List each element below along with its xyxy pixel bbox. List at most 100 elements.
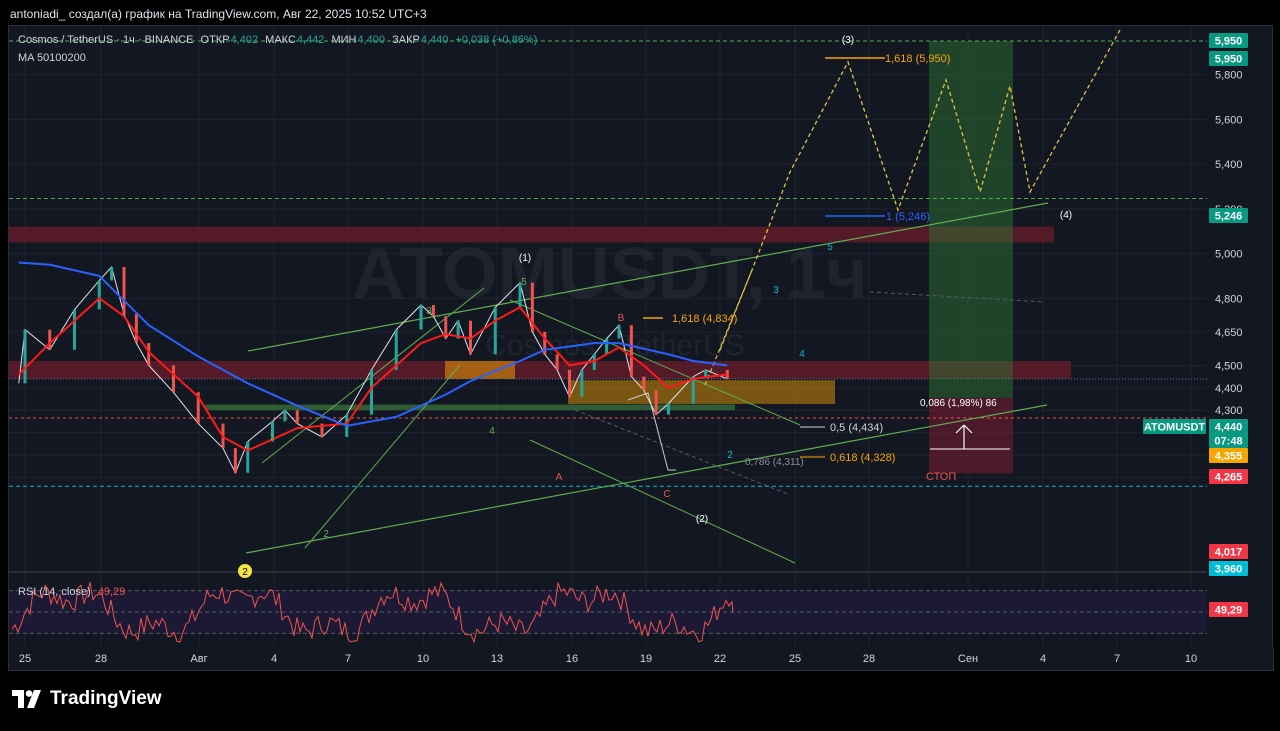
wave-label: 4 [489, 426, 495, 437]
wave-label: 5 [827, 242, 833, 253]
wave-label: (3) [842, 35, 854, 46]
candle [493, 307, 497, 355]
y-tick-label: 5,000 [1215, 249, 1243, 261]
price-chart[interactable]: ATOMUSDT, 1ч Cosmos / TetherUS 1,618 (5,… [0, 0, 1280, 731]
candle [605, 338, 609, 355]
x-tick-label: 4 [271, 653, 277, 665]
legend-close: 4,440 [420, 34, 449, 46]
legend-rsi[interactable]: RSI (14, close) 49,29 [18, 586, 129, 598]
stop-label: СТОП [926, 471, 956, 483]
x-tick-label: 7 [1114, 653, 1120, 665]
y-tick-label: 5,600 [1215, 114, 1243, 126]
wave-label: 3 [773, 285, 779, 296]
x-tick-label: Сен [958, 653, 978, 665]
candle [654, 390, 658, 415]
y-tick-label: 5,800 [1215, 70, 1243, 82]
candle [246, 441, 250, 473]
legend-low: 4,400 [357, 34, 386, 46]
price-tag-text: 4,440 [1215, 422, 1243, 434]
x-tick-label: 10 [417, 653, 429, 665]
x-tick-label: Авг [190, 653, 207, 665]
candle [233, 448, 237, 473]
price-tag-text: 07:48 [1214, 436, 1242, 448]
fib-label-0618: 0,618 (4,328) [830, 452, 895, 464]
candle [370, 369, 373, 415]
legend-ma-label: MA 50100200 [18, 52, 86, 64]
candle [122, 266, 126, 314]
wave-label: 3 [426, 306, 432, 317]
y-tick-label: 4,300 [1215, 405, 1243, 417]
x-tick-label: 16 [566, 653, 578, 665]
price-tag-text: ATOMUSDT [1144, 422, 1206, 434]
wave-label: (2) [696, 514, 708, 525]
candle [617, 325, 621, 339]
x-tick-label: 28 [95, 653, 107, 665]
candle [295, 410, 299, 424]
price-tag-text: 4,355 [1215, 451, 1243, 463]
x-tick-label: 4 [1040, 653, 1046, 665]
candle [704, 369, 708, 377]
legend-ma[interactable]: MA 50100200 [18, 52, 90, 64]
x-tick-label: 7 [345, 653, 351, 665]
legend-high: 4,442 [296, 34, 325, 46]
watermark-symbol: ATOMUSDT, 1ч [352, 234, 867, 314]
wave-channel-lower [304, 364, 461, 549]
candle [97, 280, 101, 310]
fib-label-3: 1,618 (5,950) [885, 53, 950, 65]
candle [48, 329, 52, 350]
candle [431, 305, 435, 317]
candle [110, 266, 114, 281]
x-tick-label: 19 [640, 653, 652, 665]
stop-zone [929, 397, 1013, 474]
tradingview-brand[interactable]: TradingView [12, 688, 162, 710]
wave-label: 5 [521, 277, 527, 288]
fib-label-4: 1 (5,246) [886, 211, 930, 223]
candle [580, 369, 584, 397]
legend-rsi-label: RSI (14, close) [18, 586, 91, 598]
price-tag-text: 4,265 [1215, 472, 1243, 484]
target-zone [929, 41, 1013, 398]
wave-label: 1 [269, 432, 275, 443]
y-tick-label: 4,400 [1215, 383, 1243, 395]
dashed-gray-line-2 [574, 409, 791, 496]
wave-label: 2 [727, 450, 733, 461]
y-tick-label: 4,500 [1215, 360, 1243, 372]
price-tag-text: 49,29 [1215, 605, 1243, 617]
wave-label: 2 [323, 529, 329, 540]
tradingview-logo-icon [12, 690, 41, 708]
legend-main: Cosmos / TetherUS · 1ч · BINANCE ОТКР4,4… [18, 34, 541, 46]
x-tick-label: 22 [714, 653, 726, 665]
fib-label-0786: 0,786 (4,311) [745, 457, 804, 468]
candle [555, 354, 559, 370]
x-tick-label: 25 [789, 653, 801, 665]
legend-change: +0,038 (+0,86%) [455, 34, 538, 46]
price-tag-text: 3,960 [1215, 564, 1243, 576]
x-tick-label: 25 [19, 653, 31, 665]
wave-label: (1) [519, 253, 531, 264]
resistance-zone-upper [9, 226, 1054, 243]
legend-symbol[interactable]: Cosmos / TetherUS · 1ч · BINANCE [18, 34, 193, 46]
legend-close-label: ЗАКР [392, 34, 420, 46]
candle [419, 305, 423, 330]
orange-zone-fib [568, 380, 835, 404]
price-tag-text: 5,950 [1215, 36, 1243, 48]
brand-name: TradingView [50, 688, 162, 709]
price-tag-text: 5,246 [1215, 211, 1243, 223]
wave-label: C [663, 489, 670, 500]
legend-low-label: МИН [331, 34, 357, 46]
price-tag-text: 4,017 [1215, 547, 1243, 559]
candle [73, 309, 76, 350]
wave-label: 4 [799, 349, 805, 360]
wave-label: A [556, 472, 563, 483]
y-tick-label: 4,650 [1215, 327, 1243, 339]
price-tag-text: 5,950 [1215, 54, 1243, 66]
candle [629, 325, 633, 377]
legend-rsi-value: 49,29 [97, 586, 126, 598]
legend-high-label: МАКС [265, 34, 296, 46]
candle [23, 329, 27, 384]
candle [172, 365, 175, 393]
rsi-divergence-top [485, 578, 560, 585]
x-tick-label: 10 [1185, 653, 1197, 665]
target-label: 0,086 (1,98%) 86 [920, 398, 997, 409]
y-tick-label: 4,800 [1215, 293, 1243, 305]
